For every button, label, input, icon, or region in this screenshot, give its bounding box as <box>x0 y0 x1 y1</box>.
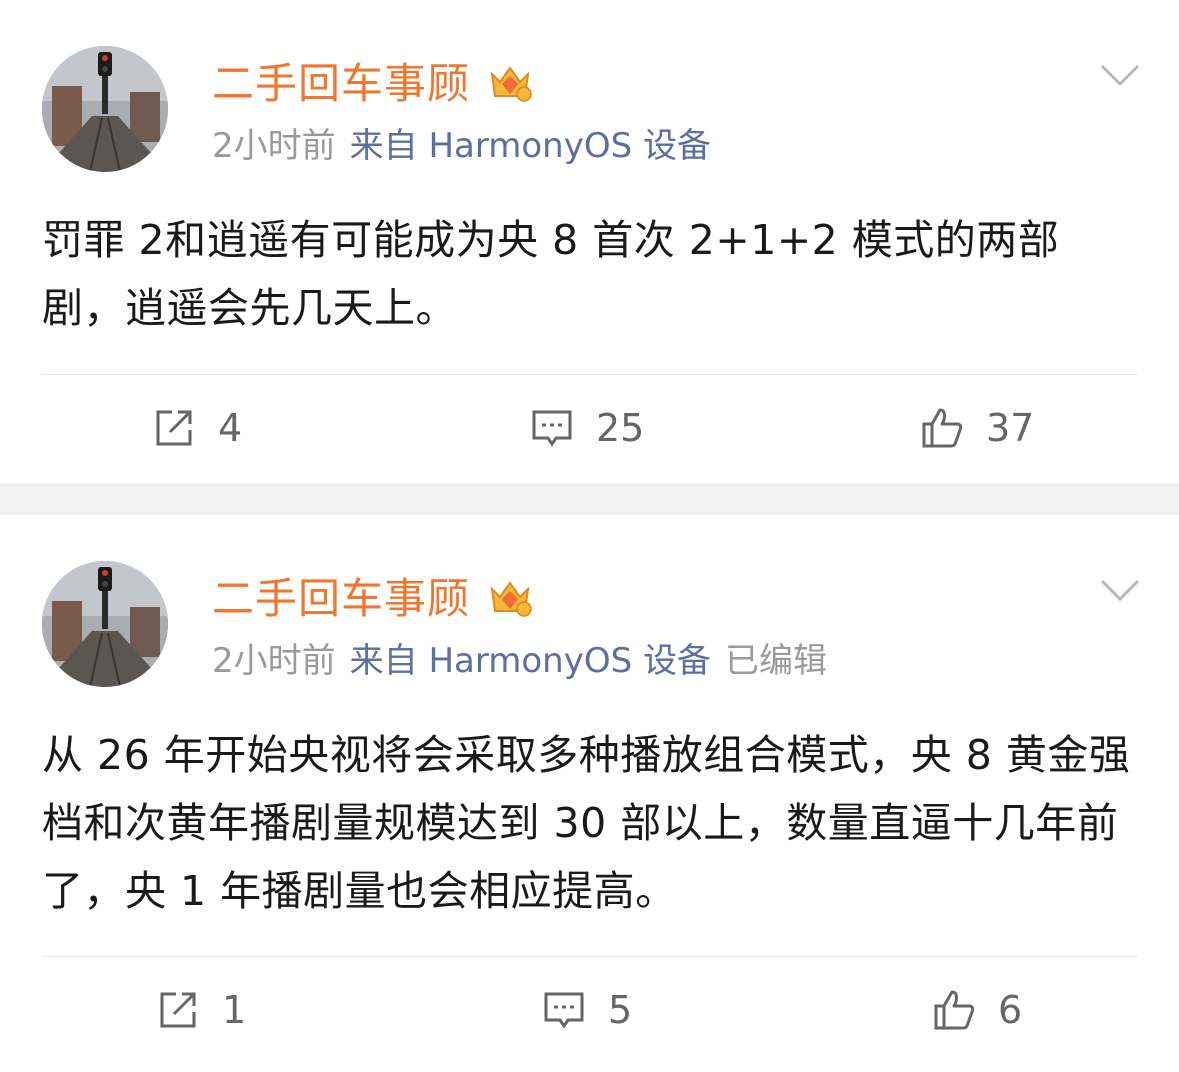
comment-button[interactable]: 25 <box>530 398 644 458</box>
like-count: 37 <box>986 406 1035 450</box>
repost-button[interactable]: 4 <box>152 398 242 458</box>
like-button[interactable]: 37 <box>920 398 1034 458</box>
post-card: 二手回车事顾 2小时前 来自 HarmonyOS 设备 罚罪 2和逍遥有可能成为央… <box>0 0 1179 483</box>
like-icon <box>934 990 975 1030</box>
edited-label[interactable]: 已编辑 <box>725 641 827 681</box>
repost-button[interactable]: 1 <box>156 980 246 1040</box>
post-time: 2小时前 <box>212 126 336 166</box>
post-time: 2小时前 <box>212 641 336 681</box>
post-content: 罚罪 2和逍遥有可能成为央 8 首次 2+1+2 模式的两部剧，逍遥会先几天上。 <box>42 216 1060 332</box>
like-icon <box>922 408 963 448</box>
comment-button[interactable]: 5 <box>542 980 632 1040</box>
divider <box>42 374 1137 375</box>
weibo-feed: 二手回车事顾 2小时前 来自 HarmonyOS 设备 罚罪 2和逍遥有可能成为央… <box>0 0 1179 1072</box>
comment-icon <box>544 992 584 1029</box>
post-meta: 2小时前 来自 HarmonyOS 设备 已编辑 <box>212 639 841 683</box>
post-card: 二手回车事顾 2小时前 来自 HarmonyOS 设备 已编辑 从 26 年开始央视… <box>0 515 1179 1072</box>
post-content: 从 26 年开始央视将会采取多种播放组合模式，央 8 黄金强档和次黄年播剧量规模… <box>42 731 1131 915</box>
comment-count: 5 <box>608 988 633 1032</box>
comment-icon <box>532 410 572 447</box>
username[interactable]: 二手回车事顾 <box>212 58 470 110</box>
avatar[interactable] <box>42 561 168 687</box>
like-count: 6 <box>998 988 1023 1032</box>
avatar[interactable] <box>42 46 168 172</box>
divider <box>42 956 1137 957</box>
chevron-down-icon[interactable] <box>1098 575 1142 605</box>
chevron-down-icon[interactable] <box>1098 60 1142 90</box>
crown-badge-icon[interactable] <box>488 575 532 619</box>
comment-count: 25 <box>596 406 645 450</box>
repost-count: 1 <box>222 988 247 1032</box>
repost-icon <box>160 992 196 1028</box>
post-source[interactable]: 来自 HarmonyOS 设备 <box>350 126 711 166</box>
post-meta: 2小时前 来自 HarmonyOS 设备 <box>212 124 725 168</box>
repost-count: 4 <box>218 406 243 450</box>
like-button[interactable]: 6 <box>932 980 1022 1040</box>
repost-icon <box>156 410 192 446</box>
crown-badge-icon[interactable] <box>488 60 532 104</box>
username[interactable]: 二手回车事顾 <box>212 573 470 625</box>
post-source[interactable]: 来自 HarmonyOS 设备 <box>350 641 711 681</box>
